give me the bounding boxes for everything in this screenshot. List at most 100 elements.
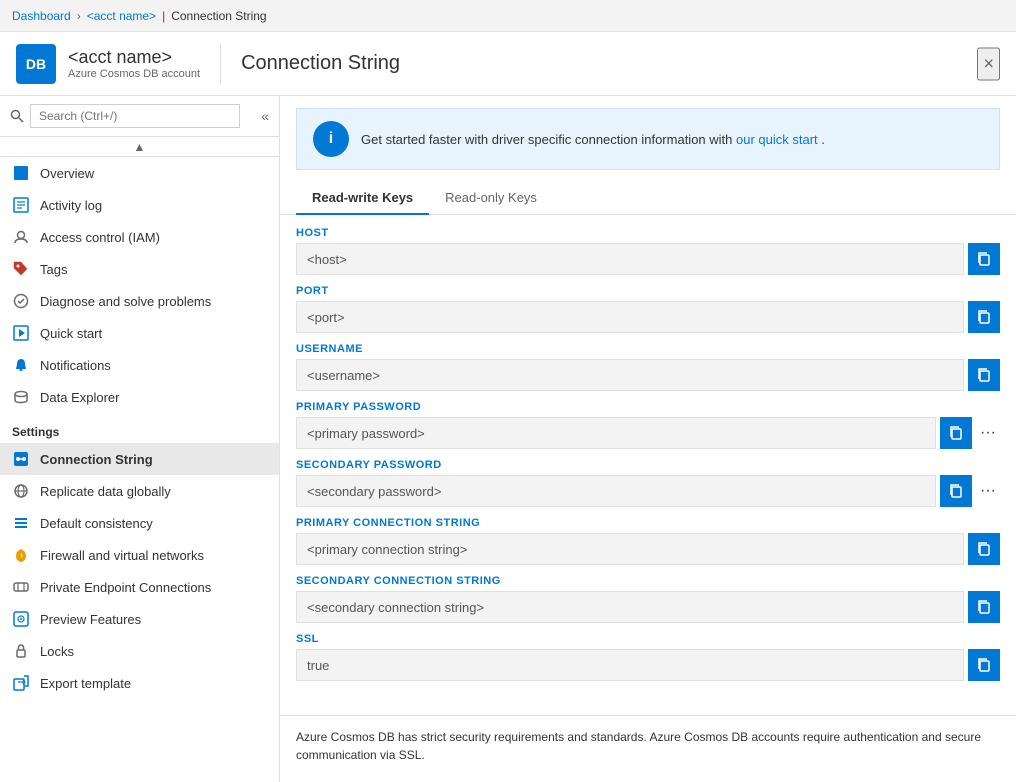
sidebar: « ▲ Overview Activity log Access control… bbox=[0, 96, 280, 782]
sidebar-scroll-up[interactable]: ▲ bbox=[0, 137, 279, 157]
field-secondary-password-label: SECONDARY PASSWORD bbox=[296, 459, 1000, 471]
sidebar-item-replicate[interactable]: Replicate data globally bbox=[0, 475, 279, 507]
tags-icon bbox=[12, 260, 30, 278]
copy-icon bbox=[976, 541, 992, 557]
sidebar-collapse-button[interactable]: « bbox=[261, 108, 269, 124]
account-subtitle: Azure Cosmos DB account bbox=[68, 68, 200, 80]
field-secondary-conn-string-copy-button[interactable] bbox=[968, 591, 1000, 623]
sidebar-item-tags[interactable]: Tags bbox=[0, 253, 279, 285]
search-icon bbox=[10, 109, 24, 123]
breadcrumb-current: Connection String bbox=[171, 9, 266, 23]
close-button[interactable]: × bbox=[977, 47, 1000, 80]
main-layout: « ▲ Overview Activity log Access control… bbox=[0, 96, 1016, 782]
activity-log-icon bbox=[12, 196, 30, 214]
field-username-label: USERNAME bbox=[296, 343, 1000, 355]
field-secondary-conn-string-input[interactable] bbox=[296, 591, 964, 623]
field-ssl-input[interactable] bbox=[296, 649, 964, 681]
field-username-row bbox=[296, 359, 1000, 391]
page-title: Connection String bbox=[241, 52, 400, 75]
breadcrumb: Dashboard › <acct name> | Connection Str… bbox=[0, 0, 1016, 32]
tabs-container: Read-write Keys Read-only Keys bbox=[280, 182, 1016, 215]
field-username-copy-button[interactable] bbox=[968, 359, 1000, 391]
account-name: <acct name> bbox=[68, 47, 200, 68]
overview-icon bbox=[12, 164, 30, 182]
search-input[interactable] bbox=[30, 104, 240, 128]
sidebar-item-consistency[interactable]: Default consistency bbox=[0, 507, 279, 539]
field-secondary-password-more-button[interactable]: ··· bbox=[976, 475, 1000, 507]
field-port-copy-button[interactable] bbox=[968, 301, 1000, 333]
field-ssl-copy-button[interactable] bbox=[968, 649, 1000, 681]
export-icon bbox=[12, 674, 30, 692]
tab-read-write[interactable]: Read-write Keys bbox=[296, 182, 429, 215]
sidebar-item-activity-log[interactable]: Activity log bbox=[0, 189, 279, 221]
copy-icon bbox=[976, 309, 992, 325]
sidebar-item-access-control[interactable]: Access control (IAM) bbox=[0, 221, 279, 253]
field-primary-password-row: ··· bbox=[296, 417, 1000, 449]
field-secondary-conn-string: SECONDARY CONNECTION STRING bbox=[296, 575, 1000, 623]
private-endpoint-icon bbox=[12, 578, 30, 596]
field-username-input[interactable] bbox=[296, 359, 964, 391]
field-primary-password-more-button[interactable]: ··· bbox=[976, 417, 1000, 449]
header-text: <acct name> Azure Cosmos DB account bbox=[68, 47, 200, 80]
field-host-label: HOST bbox=[296, 227, 1000, 239]
consistency-icon bbox=[12, 514, 30, 532]
diagnose-icon bbox=[12, 292, 30, 310]
field-port-input[interactable] bbox=[296, 301, 964, 333]
replicate-icon bbox=[12, 482, 30, 500]
copy-icon bbox=[976, 657, 992, 673]
field-username: USERNAME bbox=[296, 343, 1000, 391]
connection-string-icon bbox=[12, 450, 30, 468]
field-secondary-conn-string-row bbox=[296, 591, 1000, 623]
content-area: i Get started faster with driver specifi… bbox=[280, 96, 1016, 782]
field-primary-password: PRIMARY PASSWORD ··· bbox=[296, 401, 1000, 449]
field-primary-password-label: PRIMARY PASSWORD bbox=[296, 401, 1000, 413]
sidebar-item-private-endpoint[interactable]: Private Endpoint Connections bbox=[0, 571, 279, 603]
field-host-copy-button[interactable] bbox=[968, 243, 1000, 275]
field-primary-password-input[interactable] bbox=[296, 417, 936, 449]
field-secondary-password-row: ··· bbox=[296, 475, 1000, 507]
tab-read-only[interactable]: Read-only Keys bbox=[429, 182, 553, 215]
field-primary-password-copy-button[interactable] bbox=[940, 417, 972, 449]
sidebar-item-firewall[interactable]: Firewall and virtual networks bbox=[0, 539, 279, 571]
field-primary-conn-string-input[interactable] bbox=[296, 533, 964, 565]
sidebar-item-overview[interactable]: Overview bbox=[0, 157, 279, 189]
sidebar-item-preview[interactable]: Preview Features bbox=[0, 603, 279, 635]
field-primary-conn-string: PRIMARY CONNECTION STRING bbox=[296, 517, 1000, 565]
sidebar-item-export[interactable]: Export template bbox=[0, 667, 279, 699]
sidebar-search-container: « bbox=[0, 96, 279, 137]
field-host: HOST bbox=[296, 227, 1000, 275]
header: DB <acct name> Azure Cosmos DB account C… bbox=[0, 32, 1016, 96]
sidebar-item-connection-string[interactable]: Connection String bbox=[0, 443, 279, 475]
access-control-icon bbox=[12, 228, 30, 246]
settings-section-label: Settings bbox=[0, 413, 279, 443]
locks-icon bbox=[12, 642, 30, 660]
field-host-input[interactable] bbox=[296, 243, 964, 275]
breadcrumb-acct[interactable]: <acct name> bbox=[87, 9, 156, 23]
field-primary-conn-string-copy-button[interactable] bbox=[968, 533, 1000, 565]
footer-note: Azure Cosmos DB has strict security requ… bbox=[280, 715, 1016, 776]
notifications-icon bbox=[12, 356, 30, 374]
info-icon: i bbox=[313, 121, 349, 157]
info-text: Get started faster with driver specific … bbox=[361, 132, 825, 147]
sidebar-item-data-explorer[interactable]: Data Explorer bbox=[0, 381, 279, 413]
sidebar-item-diagnose[interactable]: Diagnose and solve problems bbox=[0, 285, 279, 317]
header-divider bbox=[220, 44, 221, 84]
field-port-label: PORT bbox=[296, 285, 1000, 297]
sidebar-item-locks[interactable]: Locks bbox=[0, 635, 279, 667]
sidebar-item-notifications[interactable]: Notifications bbox=[0, 349, 279, 381]
copy-icon bbox=[976, 251, 992, 267]
field-primary-conn-string-label: PRIMARY CONNECTION STRING bbox=[296, 517, 1000, 529]
quick-start-link[interactable]: our quick start bbox=[736, 132, 818, 147]
field-ssl: SSL bbox=[296, 633, 1000, 681]
field-ssl-label: SSL bbox=[296, 633, 1000, 645]
field-secondary-password-input[interactable] bbox=[296, 475, 936, 507]
field-secondary-password: SECONDARY PASSWORD ··· bbox=[296, 459, 1000, 507]
field-port: PORT bbox=[296, 285, 1000, 333]
data-explorer-icon bbox=[12, 388, 30, 406]
field-port-row bbox=[296, 301, 1000, 333]
breadcrumb-dashboard[interactable]: Dashboard bbox=[12, 9, 71, 23]
copy-icon bbox=[976, 599, 992, 615]
quick-start-icon bbox=[12, 324, 30, 342]
field-secondary-password-copy-button[interactable] bbox=[940, 475, 972, 507]
sidebar-item-quick-start[interactable]: Quick start bbox=[0, 317, 279, 349]
